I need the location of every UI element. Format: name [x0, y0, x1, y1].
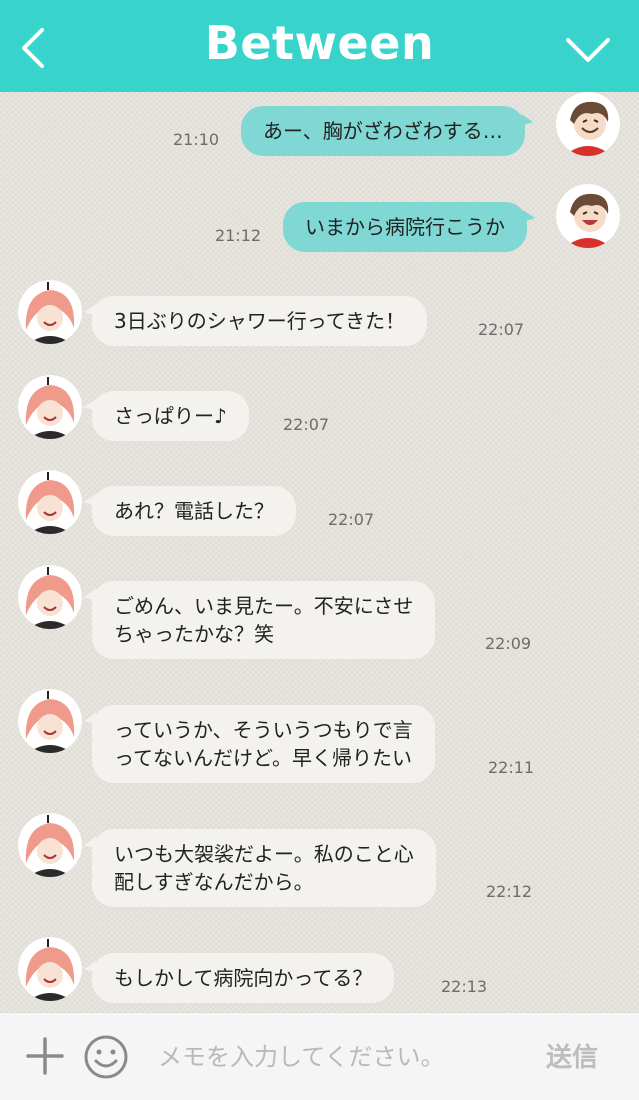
- chat-area[interactable]: 21:10 あー、胸がざわざわする… 21:12 いまから病院行こうか 3日ぶり…: [0, 92, 639, 1012]
- message-bubble[interactable]: あれ？電話した？: [84, 486, 296, 536]
- memo-input[interactable]: [150, 1033, 536, 1081]
- avatar-partner[interactable]: [18, 375, 82, 439]
- message-input-bar: 送信: [0, 1012, 639, 1100]
- chat-title: Between: [204, 16, 435, 70]
- avatar-partner[interactable]: [18, 470, 82, 534]
- message-time: 22:11: [488, 758, 535, 777]
- smiley-icon: [84, 1035, 128, 1079]
- menu-toggle-button[interactable]: [560, 30, 616, 70]
- message-line: 3日ぶりのシャワー行ってきた！: [114, 309, 406, 333]
- avatar-partner[interactable]: [18, 689, 82, 753]
- message-time: 22:07: [328, 510, 375, 529]
- attach-button[interactable]: [24, 1035, 66, 1077]
- chevron-down-icon: [566, 38, 610, 62]
- message-line: あれ？電話した？: [114, 499, 274, 523]
- message-bubble[interactable]: いまから病院行こうか: [283, 202, 535, 252]
- app-header: Between: [0, 0, 639, 92]
- message-bubble[interactable]: ごめん、いま見たー。不安にさせ ちゃったかな？笑: [83, 581, 436, 659]
- message-line: っていうか、そういうつもりで言: [114, 718, 413, 742]
- message-time: 22:12: [486, 882, 533, 901]
- avatar-me[interactable]: [556, 92, 620, 156]
- message-bubble[interactable]: もしかして病院向かってる？: [83, 953, 395, 1003]
- avatar-partner[interactable]: [18, 565, 82, 629]
- message-time: 22:07: [283, 415, 330, 434]
- plus-icon: [26, 1037, 64, 1075]
- message-time: 21:12: [215, 226, 262, 245]
- message-line: いつも大袈裟だよー。私のこと心: [114, 842, 414, 866]
- message-time: 22:07: [478, 320, 525, 339]
- message-time: 21:10: [173, 130, 220, 149]
- message-line: ごめん、いま見たー。不安にさせ: [114, 594, 414, 618]
- avatar-partner[interactable]: [18, 813, 82, 877]
- avatar-partner[interactable]: [18, 280, 82, 344]
- avatar-partner[interactable]: [18, 937, 82, 1001]
- message-bubble[interactable]: っていうか、そういうつもりで言 ってないんだけど。早く帰りたい: [84, 705, 435, 783]
- message-line: ちゃったかな？笑: [114, 622, 274, 646]
- message-line: 配しすぎなんだから。: [114, 870, 314, 894]
- message-time: 22:09: [485, 634, 532, 653]
- message-bubble[interactable]: 3日ぶりのシャワー行ってきた！: [83, 296, 428, 346]
- message-bubble[interactable]: あー、胸がざわざわする…: [241, 106, 533, 156]
- send-button[interactable]: 送信: [546, 1037, 598, 1074]
- message-bubble[interactable]: いつも大袈裟だよー。私のこと心 配しすぎなんだから。: [84, 829, 436, 907]
- message-line: ってないんだけど。早く帰りたい: [114, 746, 412, 770]
- message-line: もしかして病院向かってる？: [114, 966, 373, 990]
- message-bubble[interactable]: さっぱりー♪: [84, 391, 249, 441]
- emoji-button[interactable]: [82, 1033, 130, 1081]
- message-line: さっぱりー♪: [114, 404, 227, 428]
- avatar-me[interactable]: [556, 184, 620, 248]
- message-time: 22:13: [441, 977, 488, 996]
